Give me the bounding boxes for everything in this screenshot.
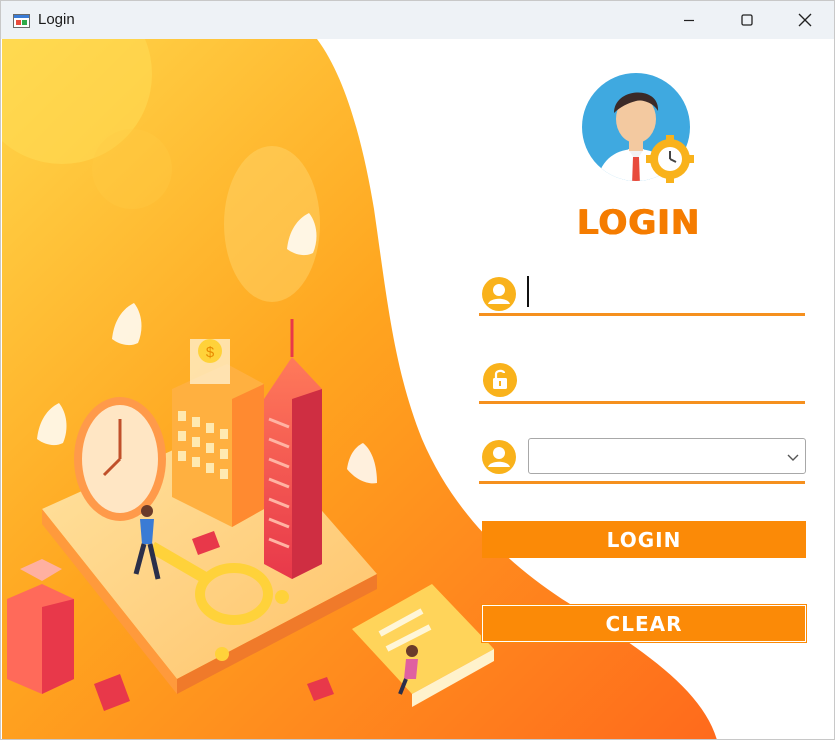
- client-area: $ LOGIN LOGIN CLEAR: [2, 39, 834, 739]
- password-input[interactable]: [524, 361, 804, 395]
- username-input[interactable]: [524, 275, 804, 309]
- username-underline: [479, 313, 805, 316]
- close-icon: [798, 13, 812, 27]
- login-window: Login $ LOGIN LOGIN CLEAR: [0, 0, 835, 740]
- close-button[interactable]: [776, 1, 834, 39]
- chevron-down-icon: [787, 454, 799, 461]
- unlock-icon: [483, 363, 517, 397]
- user-icon: [482, 440, 516, 474]
- user-icon: [482, 277, 516, 311]
- clear-button[interactable]: CLEAR: [481, 604, 807, 643]
- role-dropdown[interactable]: [528, 438, 806, 474]
- login-heading: LOGIN: [577, 203, 701, 243]
- user-avatar-icon: [582, 73, 694, 183]
- svg-text:$: $: [206, 344, 215, 361]
- password-underline: [479, 401, 805, 404]
- role-underline: [479, 481, 805, 484]
- app-icon: [13, 14, 30, 28]
- title-bar: Login: [1, 1, 834, 39]
- minimize-icon: [684, 19, 694, 22]
- maximize-icon: [741, 14, 753, 26]
- login-button[interactable]: LOGIN: [482, 521, 806, 558]
- window-title: Login: [38, 11, 75, 28]
- maximize-button[interactable]: [718, 1, 776, 39]
- minimize-button[interactable]: [660, 1, 718, 39]
